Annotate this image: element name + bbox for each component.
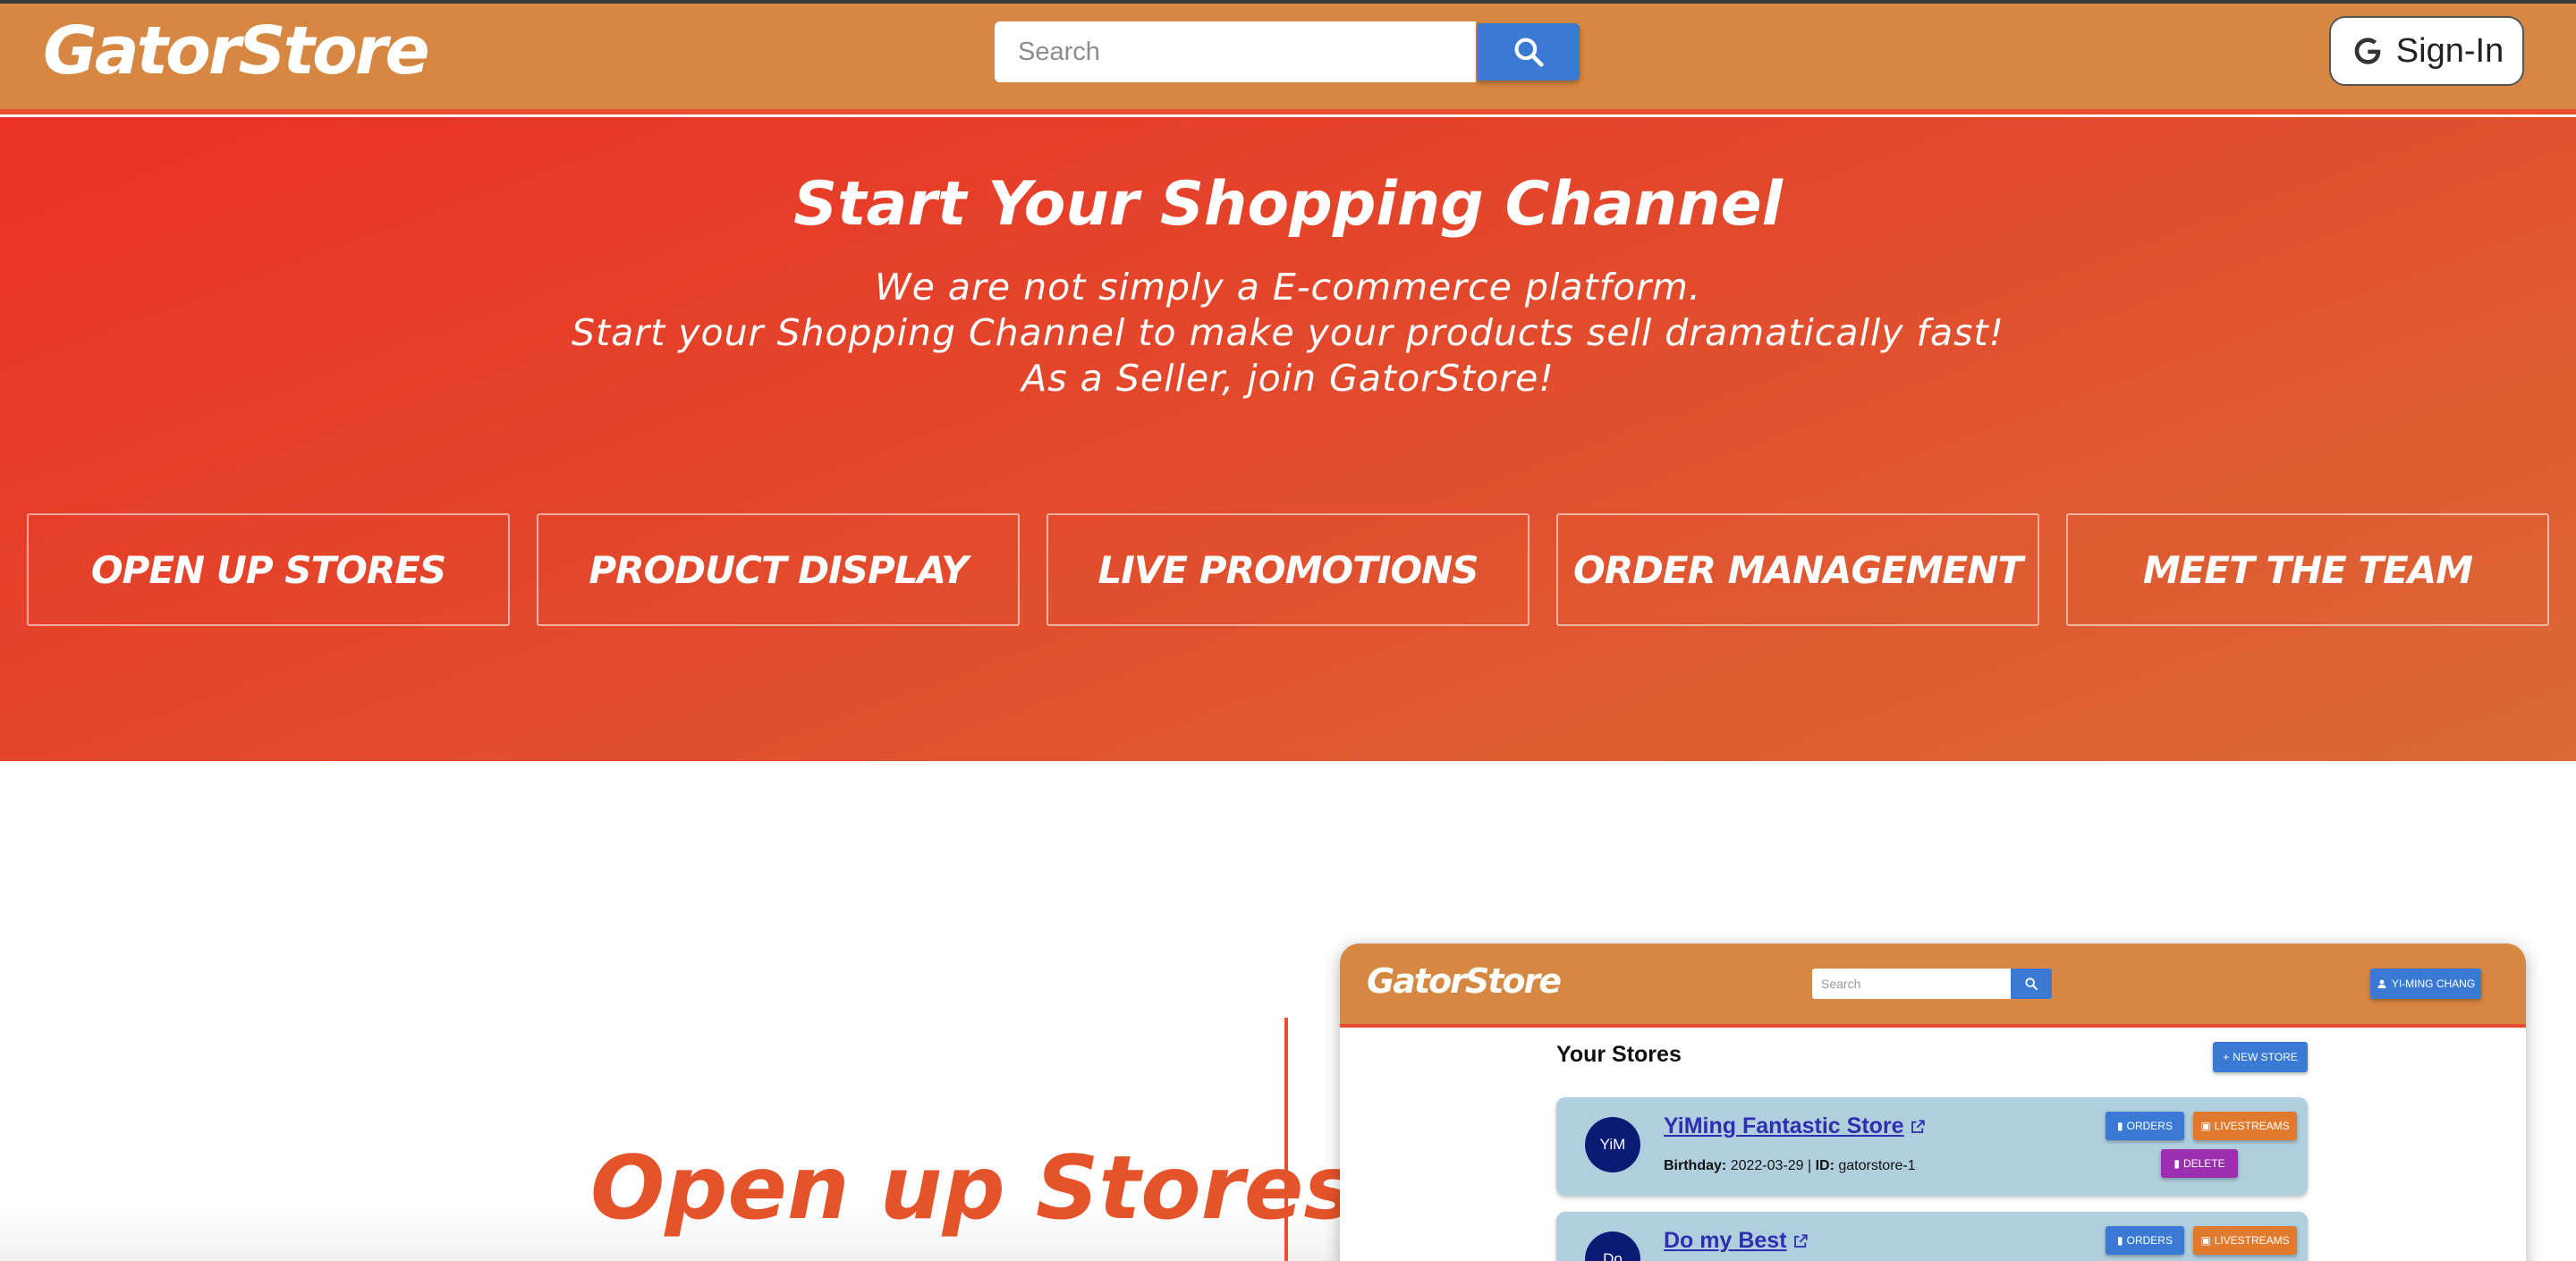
feature-product-display[interactable]: PRODUCT DISPLAY <box>537 513 1020 626</box>
feature-label: LIVE PROMOTIONS <box>1097 547 1479 592</box>
search-input[interactable] <box>995 21 1476 82</box>
feature-label: PRODUCT DISPLAY <box>589 547 968 592</box>
preview-navbar: GatorStore Search YI-MING CHANG <box>1340 944 2526 1024</box>
hero-subtitle-line-1: We are not simply a E-commerce platform. <box>875 266 1701 309</box>
page: GatorStore Sign-In Start Your Shopping C… <box>0 0 2576 1261</box>
navbar: GatorStore Sign-In <box>0 0 2576 109</box>
livestreams-label: LIVESTREAMS <box>2214 1120 2290 1132</box>
section-divider <box>1284 1018 1288 1261</box>
preview-navbar-underline <box>1340 1024 2526 1028</box>
section-title: Open up Stores <box>590 1138 1356 1240</box>
orders-label: ORDERS <box>2126 1120 2173 1132</box>
feature-label: OPEN UP STORES <box>90 547 446 592</box>
store-meta: Birthday: 2022-03-29 | ID: gatorstore-1 <box>1664 1158 1916 1174</box>
google-icon <box>2354 38 2381 64</box>
clipboard-icon: ▮ <box>2117 1234 2123 1247</box>
hero-title: Start Your Shopping Channel <box>793 169 1783 240</box>
hero-subtitle-line-2: Start your Shopping Channel to make your… <box>572 311 2004 354</box>
search-icon <box>1514 38 1544 67</box>
sign-in-button[interactable]: Sign-In <box>2329 16 2524 86</box>
search-icon <box>2025 977 2038 991</box>
store-avatar: Do <box>1585 1231 1640 1261</box>
user-icon <box>2377 979 2386 988</box>
store-orders-button: ▮ ORDERS <box>2106 1226 2184 1255</box>
sign-in-label: Sign-In <box>2395 31 2504 70</box>
preview-store-card: YiM YiMing Fantastic Store Birthday: 202… <box>1556 1097 2308 1196</box>
store-livestreams-button: ▣ LIVESTREAMS <box>2193 1226 2297 1255</box>
store-name: YiMing Fantastic Store <box>1664 1113 1926 1139</box>
trash-icon: ▮ <box>2174 1157 2180 1170</box>
preview-new-store-button: + NEW STORE <box>2213 1042 2308 1072</box>
livestreams-label: LIVESTREAMS <box>2214 1234 2290 1247</box>
id-label: ID: <box>1815 1158 1835 1173</box>
external-link-icon <box>1911 1119 1925 1133</box>
app-preview: GatorStore Search YI-MING CHANG Your Sto… <box>1340 944 2526 1261</box>
birthday-value: 2022-03-29 <box>1730 1158 1804 1173</box>
feature-label: MEET THE TEAM <box>2142 547 2473 592</box>
preview-store-card: Do Do my Best ▮ ORDERS ▣ LIVESTREAMS <box>1556 1212 2308 1261</box>
hero-banner: Start Your Shopping Channel We are not s… <box>0 117 2576 761</box>
preview-user-button: YI-MING CHANG <box>2370 969 2481 999</box>
feature-live-promotions[interactable]: LIVE PROMOTIONS <box>1046 513 1530 626</box>
birthday-label: Birthday: <box>1664 1158 1727 1173</box>
livestream-icon: ▣ <box>2200 1234 2211 1247</box>
id-value: gatorstore-1 <box>1838 1158 1916 1173</box>
feature-label: ORDER MANAGEMENT <box>1573 547 2023 592</box>
preview-search-button <box>2011 969 2052 999</box>
store-avatar: YiM <box>1585 1117 1640 1172</box>
preview-new-store-label: NEW STORE <box>2233 1051 2298 1063</box>
feature-order-management[interactable]: ORDER MANAGEMENT <box>1556 513 2039 626</box>
store-livestreams-button: ▣ LIVESTREAMS <box>2193 1112 2297 1140</box>
store-orders-button: ▮ ORDERS <box>2106 1112 2184 1140</box>
store-name-text: Do my Best <box>1664 1228 1787 1253</box>
store-delete-button: ▮ DELETE <box>2161 1149 2238 1178</box>
meta-separator: | <box>1807 1158 1816 1173</box>
feature-meet-the-team[interactable]: MEET THE TEAM <box>2066 513 2549 626</box>
livestream-icon: ▣ <box>2200 1120 2211 1132</box>
plus-icon: + <box>2223 1051 2230 1063</box>
store-name: Do my Best <box>1664 1228 1809 1254</box>
clipboard-icon: ▮ <box>2117 1120 2123 1132</box>
search-button[interactable] <box>1478 23 1580 80</box>
preview-search-input: Search <box>1812 969 2011 999</box>
logo[interactable]: GatorStore <box>43 13 430 89</box>
feature-open-up-stores[interactable]: OPEN UP STORES <box>27 513 510 626</box>
preview-user-label: YI-MING CHANG <box>2391 977 2476 990</box>
preview-logo: GatorStore <box>1367 961 1562 1001</box>
store-name-text: YiMing Fantastic Store <box>1664 1113 1904 1138</box>
hero-subtitle-line-3: As a Seller, join GatorStore! <box>1021 357 1555 400</box>
orders-label: ORDERS <box>2126 1234 2173 1247</box>
external-link-icon <box>1793 1233 1808 1248</box>
preview-heading: Your Stores <box>1556 1042 1682 1067</box>
delete-label: DELETE <box>2182 1157 2225 1170</box>
